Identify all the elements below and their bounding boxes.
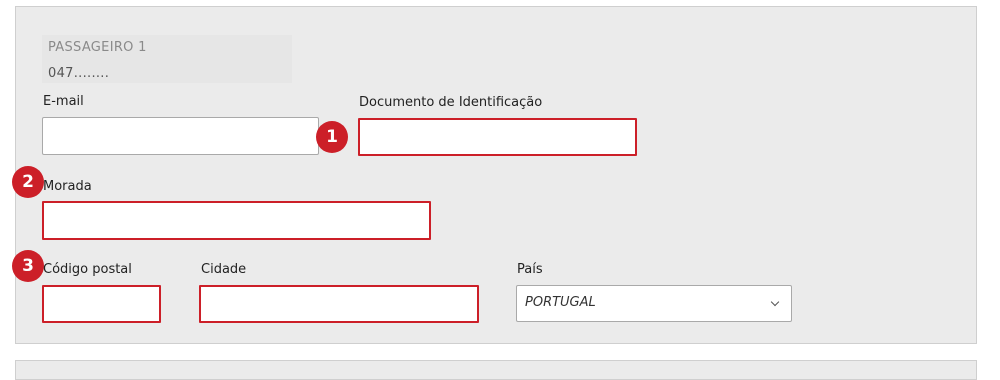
address-field[interactable]: [42, 201, 431, 240]
document-field[interactable]: [358, 118, 637, 156]
annotation-badge-1: 1: [316, 121, 348, 153]
annotation-badge-2: 2: [12, 166, 44, 198]
address-label: Morada: [43, 179, 92, 194]
postal-code-field[interactable]: [42, 285, 161, 323]
email-label: E-mail: [43, 94, 84, 109]
country-select[interactable]: PORTUGAL: [516, 285, 792, 322]
postal-code-label: Código postal: [43, 262, 132, 277]
passenger-title: PASSAGEIRO 1: [48, 40, 147, 55]
passenger-id: 047........: [48, 66, 110, 81]
email-field[interactable]: [42, 117, 319, 155]
document-label: Documento de Identificação: [359, 95, 543, 110]
country-selected-value: PORTUGAL: [525, 295, 596, 310]
next-section-panel: [15, 360, 977, 380]
city-field[interactable]: [199, 285, 479, 323]
city-label: Cidade: [201, 262, 247, 277]
country-label: País: [517, 262, 543, 277]
annotation-badge-3: 3: [12, 250, 44, 282]
chevron-down-icon: [770, 297, 780, 307]
